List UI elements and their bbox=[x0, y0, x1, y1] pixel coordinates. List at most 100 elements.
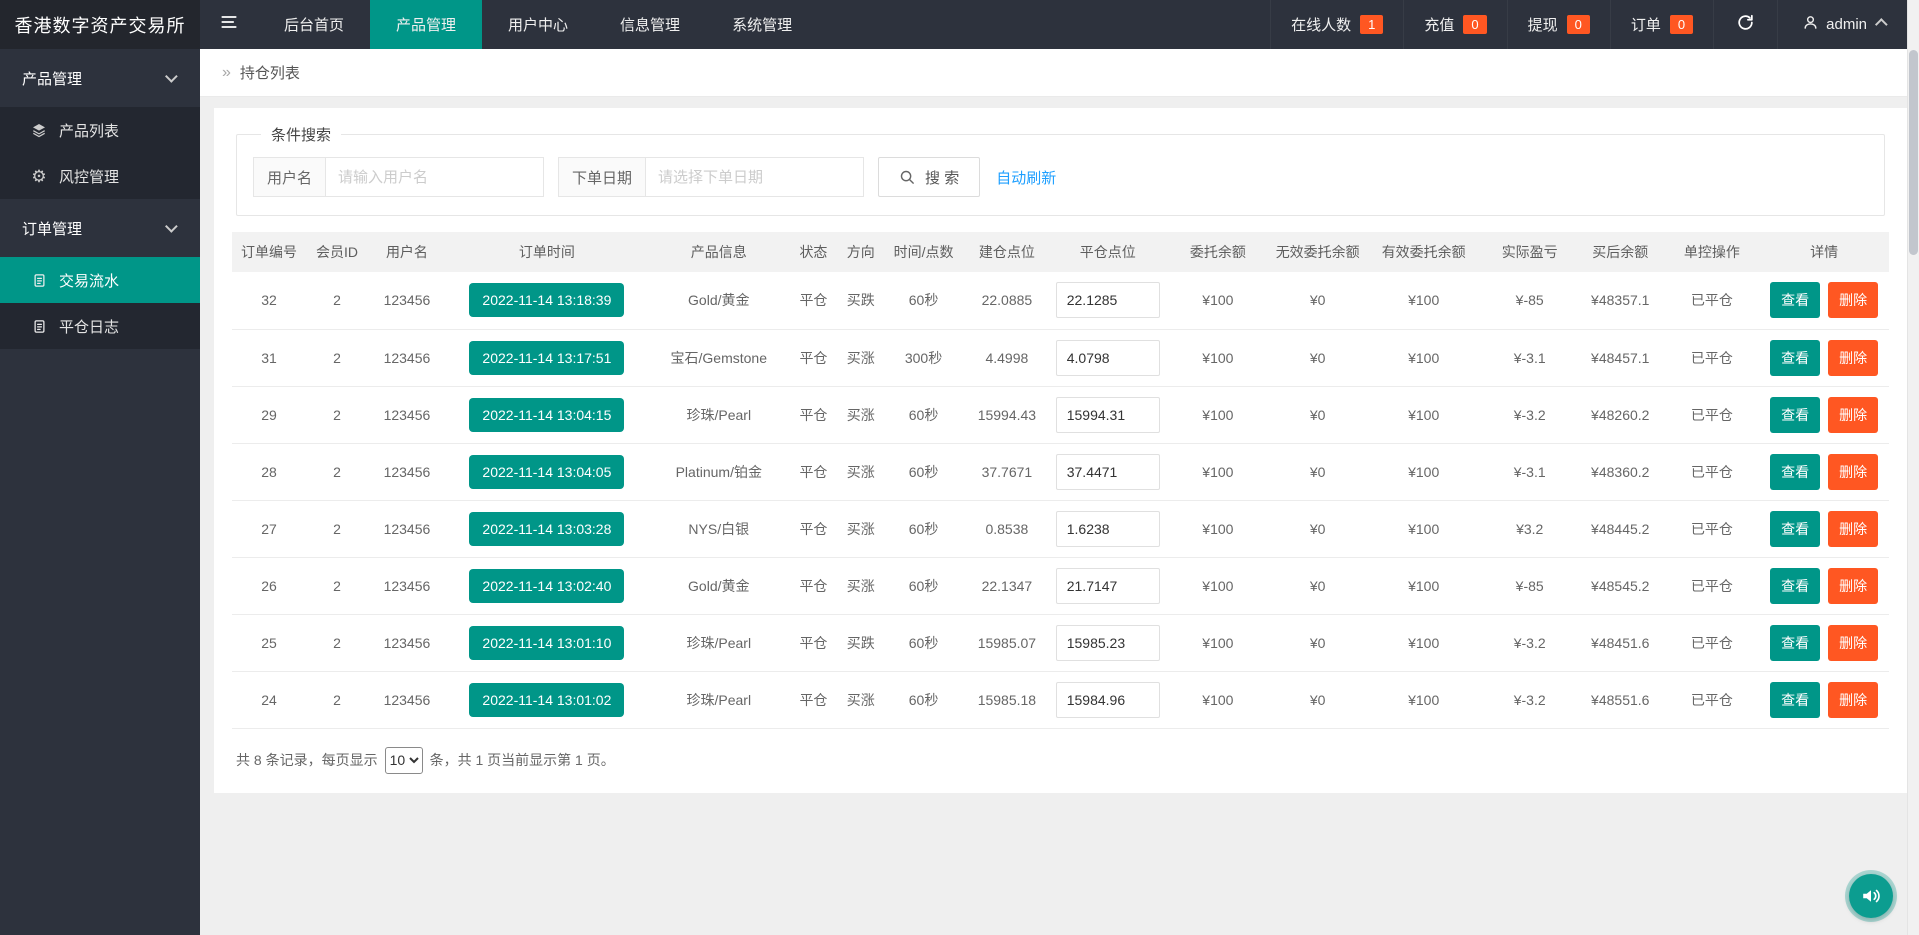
topbar-stat-item[interactable]: 充值0 bbox=[1403, 0, 1506, 49]
view-button[interactable]: 查看 bbox=[1770, 397, 1820, 433]
table-row: 3221234562022-11-14 13:18:39Gold/黄金平仓买跌6… bbox=[232, 272, 1889, 329]
topbar-nav-item[interactable]: 产品管理 bbox=[370, 0, 482, 49]
page-size-select[interactable]: 10 bbox=[385, 747, 423, 774]
close-point-input[interactable] bbox=[1056, 625, 1160, 661]
cell-member-id: 2 bbox=[306, 386, 368, 443]
delete-button[interactable]: 删除 bbox=[1828, 340, 1878, 376]
topbar-nav-item[interactable]: 后台首页 bbox=[258, 0, 370, 49]
cell-open-point: 15985.18 bbox=[963, 671, 1052, 728]
hamburger-icon bbox=[219, 12, 239, 37]
cell-close-point bbox=[1051, 557, 1164, 614]
order-time-badge: 2022-11-14 13:04:05 bbox=[469, 455, 624, 489]
sidebar-child-item[interactable]: ⚙风控管理 bbox=[0, 153, 200, 199]
search-button[interactable]: 搜 索 bbox=[878, 157, 980, 197]
topbar-stat-item[interactable]: 订单0 bbox=[1610, 0, 1713, 49]
table-header-cell: 用户名 bbox=[368, 232, 446, 272]
delete-button[interactable]: 删除 bbox=[1828, 568, 1878, 604]
cell-product: 珍珠/Pearl bbox=[648, 386, 790, 443]
cell-after-balance: ¥48260.2 bbox=[1576, 386, 1665, 443]
table-header-cell: 实际盈亏 bbox=[1483, 232, 1576, 272]
stat-count-badge: 1 bbox=[1360, 15, 1383, 35]
topbar-nav-item[interactable]: 用户中心 bbox=[482, 0, 594, 49]
vertical-scrollbar bbox=[1907, 0, 1919, 935]
cell-profit: ¥-3.2 bbox=[1483, 614, 1576, 671]
table-row: 3121234562022-11-14 13:17:51宝石/Gemstone平… bbox=[232, 329, 1889, 386]
topbar-stats: 在线人数1充值0提现0订单0 bbox=[1270, 0, 1713, 49]
cell-control-status: 已平仓 bbox=[1665, 614, 1760, 671]
order-date-group: 下单日期 bbox=[558, 157, 864, 197]
sidebar-child-item[interactable]: 平仓日志 bbox=[0, 303, 200, 349]
delete-button[interactable]: 删除 bbox=[1828, 397, 1878, 433]
cell-product: Gold/黄金 bbox=[648, 272, 790, 329]
cell-period: 300秒 bbox=[884, 329, 962, 386]
page-title: 持仓列表 bbox=[240, 62, 300, 83]
sidebar-child-item[interactable]: 交易流水 bbox=[0, 257, 200, 303]
speaker-icon bbox=[1860, 885, 1882, 907]
cell-order-id: 29 bbox=[232, 386, 306, 443]
view-button[interactable]: 查看 bbox=[1770, 454, 1820, 490]
close-point-input[interactable] bbox=[1056, 568, 1160, 604]
close-point-input[interactable] bbox=[1056, 282, 1160, 318]
sidebar-child-item[interactable]: 产品列表 bbox=[0, 107, 200, 153]
layers-icon bbox=[30, 122, 48, 138]
sidebar-parent-item[interactable]: 订单管理 bbox=[0, 199, 200, 257]
cell-profit: ¥3.2 bbox=[1483, 500, 1576, 557]
view-button[interactable]: 查看 bbox=[1770, 340, 1820, 376]
delete-button[interactable]: 删除 bbox=[1828, 625, 1878, 661]
username-group: 用户名 bbox=[253, 157, 544, 197]
view-button[interactable]: 查看 bbox=[1770, 682, 1820, 718]
close-point-input[interactable] bbox=[1056, 511, 1160, 547]
view-button[interactable]: 查看 bbox=[1770, 625, 1820, 661]
cell-entrust-balance: ¥100 bbox=[1164, 443, 1271, 500]
sidebar-parent-item[interactable]: 产品管理 bbox=[0, 49, 200, 107]
table-header-cell: 订单时间 bbox=[446, 232, 648, 272]
cell-direction: 买涨 bbox=[837, 329, 884, 386]
cell-period: 60秒 bbox=[884, 614, 962, 671]
view-button[interactable]: 查看 bbox=[1770, 511, 1820, 547]
username-input[interactable] bbox=[326, 157, 544, 197]
main-card: 条件搜索 用户名 下单日期 搜 索 自动刷新 订单编号会员ID用户名订单时间产品… bbox=[214, 108, 1907, 793]
order-time-badge: 2022-11-14 13:04:15 bbox=[469, 398, 624, 432]
topbar-stat-item[interactable]: 提现0 bbox=[1507, 0, 1610, 49]
voice-notify-button[interactable] bbox=[1849, 874, 1893, 918]
cell-open-point: 37.7671 bbox=[963, 443, 1052, 500]
order-date-input[interactable] bbox=[646, 157, 864, 197]
close-point-input[interactable] bbox=[1056, 682, 1160, 718]
delete-button[interactable]: 删除 bbox=[1828, 511, 1878, 547]
cell-order-id: 28 bbox=[232, 443, 306, 500]
positions-table: 订单编号会员ID用户名订单时间产品信息状态方向时间/点数建仓点位平仓点位委托余额… bbox=[232, 232, 1889, 729]
user-icon bbox=[1802, 14, 1819, 35]
view-button[interactable]: 查看 bbox=[1770, 282, 1820, 318]
delete-button[interactable]: 删除 bbox=[1828, 682, 1878, 718]
cell-member-id: 2 bbox=[306, 500, 368, 557]
cell-username: 123456 bbox=[368, 671, 446, 728]
username-field-label: 用户名 bbox=[253, 157, 326, 197]
close-point-input[interactable] bbox=[1056, 397, 1160, 433]
order-time-badge: 2022-11-14 13:18:39 bbox=[469, 283, 624, 317]
cell-order-time: 2022-11-14 13:18:39 bbox=[446, 272, 648, 329]
topbar-stat-item[interactable]: 在线人数1 bbox=[1270, 0, 1403, 49]
cell-order-time: 2022-11-14 13:01:10 bbox=[446, 614, 648, 671]
topbar-right: 在线人数1充值0提现0订单0 admin bbox=[1270, 0, 1907, 49]
auto-refresh-link[interactable]: 自动刷新 bbox=[996, 167, 1056, 188]
user-menu[interactable]: admin bbox=[1777, 0, 1907, 49]
delete-button[interactable]: 删除 bbox=[1828, 454, 1878, 490]
table-row: 2721234562022-11-14 13:03:28NYS/白银平仓买涨60… bbox=[232, 500, 1889, 557]
close-point-input[interactable] bbox=[1056, 340, 1160, 376]
cell-username: 123456 bbox=[368, 557, 446, 614]
cell-product: Gold/黄金 bbox=[648, 557, 790, 614]
view-button[interactable]: 查看 bbox=[1770, 568, 1820, 604]
scrollbar-thumb[interactable] bbox=[1909, 50, 1918, 255]
cell-actions: 查看删除 bbox=[1759, 272, 1889, 329]
cell-close-point bbox=[1051, 386, 1164, 443]
refresh-button[interactable] bbox=[1713, 0, 1777, 49]
table-header-cell: 委托余额 bbox=[1164, 232, 1271, 272]
topbar-nav-item[interactable]: 信息管理 bbox=[594, 0, 706, 49]
delete-button[interactable]: 删除 bbox=[1828, 282, 1878, 318]
cell-invalid-balance: ¥0 bbox=[1271, 329, 1364, 386]
close-point-input[interactable] bbox=[1056, 454, 1160, 490]
table-header-cell: 产品信息 bbox=[648, 232, 790, 272]
topbar-nav-item[interactable]: 系统管理 bbox=[706, 0, 818, 49]
cell-entrust-balance: ¥100 bbox=[1164, 614, 1271, 671]
menu-toggle-button[interactable] bbox=[200, 0, 258, 49]
